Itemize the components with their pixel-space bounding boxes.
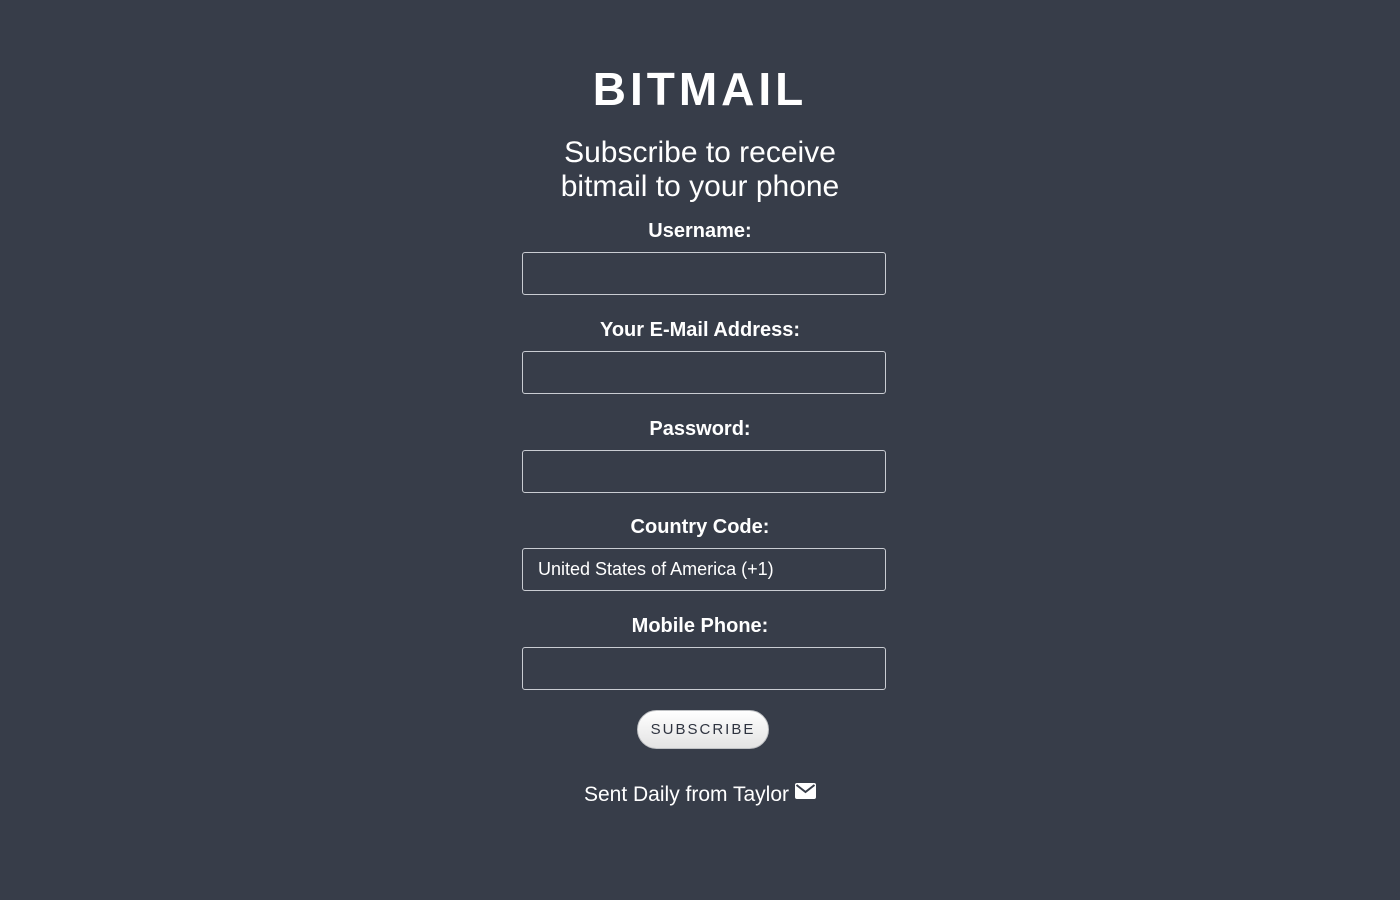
username-input[interactable]	[522, 252, 886, 295]
envelope-icon	[795, 780, 817, 806]
country-code-label: Country Code:	[630, 516, 770, 538]
password-input[interactable]	[522, 450, 886, 493]
tagline: Subscribe to receive bitmail to your pho…	[0, 136, 1400, 204]
country-code-selected-value: United States of America (+1)	[538, 559, 774, 579]
footer: Sent Daily from Taylor	[0, 782, 1400, 808]
footer-text: Sent Daily from Taylor	[583, 783, 790, 806]
tagline-line-2: bitmail to your phone	[560, 170, 840, 203]
logo: BITMAIL	[592, 63, 808, 115]
email-label: Your E-Mail Address:	[599, 319, 801, 341]
mobile-phone-input[interactable]	[522, 647, 886, 690]
password-label: Password:	[649, 418, 751, 440]
mobile-phone-label: Mobile Phone:	[631, 615, 769, 637]
country-code-select[interactable]: United States of America (+1)	[522, 548, 886, 591]
email-input[interactable]	[522, 351, 886, 394]
tagline-line-1: Subscribe to receive	[564, 136, 836, 169]
username-label: Username:	[648, 220, 752, 242]
subscribe-button[interactable]: SUBSCRIBE	[637, 710, 769, 749]
